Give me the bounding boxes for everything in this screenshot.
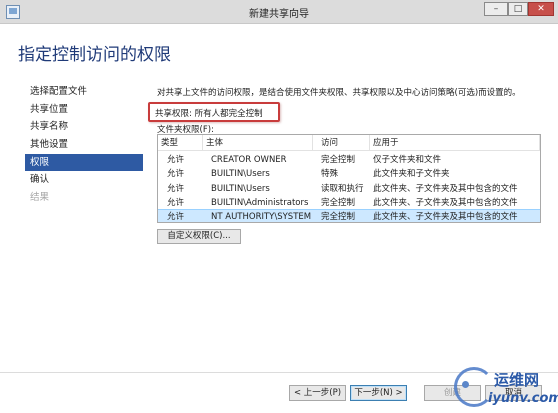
header-type[interactable]: 类型: [158, 135, 203, 151]
minimize-button[interactable]: –: [484, 2, 508, 16]
table-row[interactable]: 允许 BUILTIN\Users 特殊 此文件夹和子文件夹: [158, 167, 540, 181]
cancel-button[interactable]: 取消: [485, 385, 542, 401]
nav-item-select-profile[interactable]: 选择配置文件: [25, 83, 143, 101]
row-access: 完全控制: [321, 197, 356, 208]
permissions-description: 对共享上文件的访问权限，是结合使用文件夹权限、共享权限以及中心访问策略(可选)而…: [157, 88, 521, 98]
wizard-nav: 选择配置文件 共享位置 共享名称 其他设置 权限 确认 结果: [25, 83, 143, 207]
row-principal: NT AUTHORITY\SYSTEM: [211, 212, 312, 223]
nav-item-confirm[interactable]: 确认: [25, 171, 143, 189]
nav-item-other-settings[interactable]: 其他设置: [25, 136, 143, 154]
row-principal: BUILTIN\Users: [211, 183, 270, 194]
table-row[interactable]: 允许 BUILTIN\Users 读取和执行 此文件夹、子文件夹及其中包含的文件: [158, 182, 540, 196]
row-access: 读取和执行: [321, 183, 364, 194]
page-title: 指定控制访问的权限: [18, 45, 171, 65]
create-button: 创建: [424, 385, 481, 401]
row-apply-to: 此文件夹和子文件夹: [373, 169, 450, 180]
row-apply-to: 此文件夹、子文件夹及其中包含的文件: [373, 183, 518, 194]
header-apply-to[interactable]: 应用于: [370, 135, 540, 151]
row-apply-to: 此文件夹、子文件夹及其中包含的文件: [373, 212, 518, 223]
close-button[interactable]: ✕: [528, 2, 554, 16]
row-apply-to: 仅子文件夹和文件: [373, 155, 442, 165]
row-access: 完全控制: [321, 155, 356, 165]
maximize-button[interactable]: □: [508, 2, 528, 16]
table-row-selected[interactable]: 允许 NT AUTHORITY\SYSTEM 完全控制 此文件夹、子文件夹及其中…: [158, 209, 540, 223]
nav-item-results: 结果: [30, 192, 50, 204]
table-header: 类型 主体 访问 应用于: [158, 135, 540, 151]
row-type: 允许: [167, 183, 185, 194]
title-bar: 新建共享向导 – □ ✕: [0, 0, 558, 24]
nav-item-share-name[interactable]: 共享名称: [25, 118, 143, 136]
row-principal: BUILTIN\Users: [211, 169, 270, 180]
row-access: 特殊: [321, 169, 339, 180]
previous-button[interactable]: < 上一步(P): [289, 385, 346, 401]
row-access: 完全控制: [321, 212, 356, 223]
nav-item-permissions[interactable]: 权限: [25, 153, 143, 172]
footer-divider: [0, 372, 558, 373]
row-principal: BUILTIN\Administrators: [211, 197, 309, 208]
nav-item-share-location[interactable]: 共享位置: [25, 101, 143, 119]
header-principal[interactable]: 主体: [203, 135, 313, 151]
folder-permissions-table[interactable]: 类型 主体 访问 应用于 允许 CREATOR OWNER 完全控制 仅子文件夹…: [157, 134, 541, 223]
table-row[interactable]: 允许 BUILTIN\Administrators 完全控制 此文件夹、子文件夹…: [158, 196, 540, 210]
row-type: 允许: [167, 197, 185, 208]
window-title: 新建共享向导: [249, 9, 309, 20]
header-access[interactable]: 访问: [318, 135, 370, 151]
row-type: 允许: [167, 169, 185, 180]
table-row[interactable]: 允许 CREATOR OWNER 完全控制 仅子文件夹和文件: [158, 153, 540, 167]
row-type: 允许: [167, 212, 185, 223]
next-button[interactable]: 下一步(N) >: [350, 385, 407, 401]
row-type: 允许: [167, 155, 185, 165]
custom-permissions-button[interactable]: 自定义权限(C)...: [157, 229, 241, 244]
row-apply-to: 此文件夹、子文件夹及其中包含的文件: [373, 197, 518, 208]
share-permission-text: 共享权限: 所有人都完全控制: [155, 109, 263, 119]
row-principal: CREATOR OWNER: [211, 155, 287, 165]
